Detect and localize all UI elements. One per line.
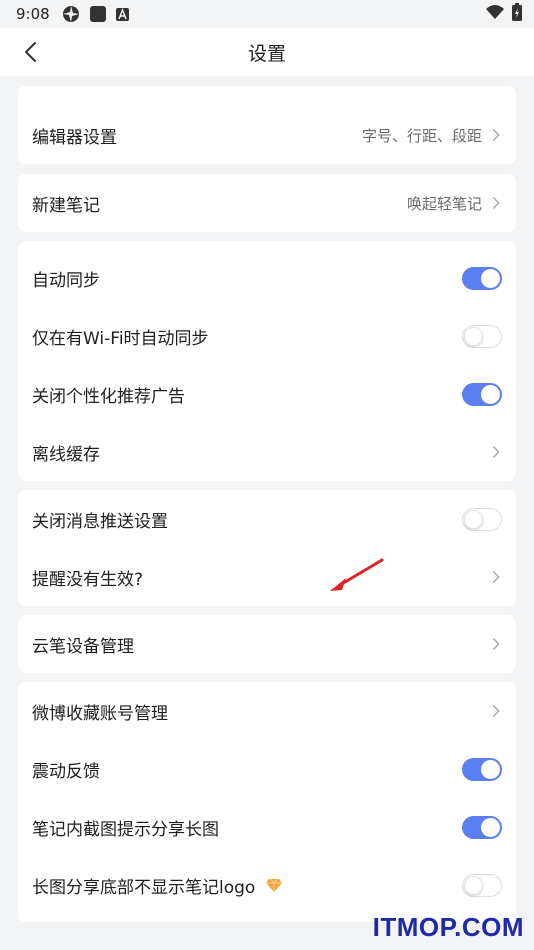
close-push-toggle[interactable] [462,507,502,531]
font-a-icon [115,7,129,21]
card-misc: 微博收藏账号管理 震动反馈 笔记内截图提示分享长图 长图分享底部不显示笔记log… [18,682,516,922]
card-editor: 编辑器设置 字号、行距、段距 [18,86,516,164]
wifi-icon [486,5,504,23]
row-new-note[interactable]: 新建笔记 唤起轻笔记 [18,174,516,232]
row-weibo[interactable]: 微博收藏账号管理 [18,682,516,740]
page-title: 设置 [247,42,286,65]
row-label: 长图分享底部不显示笔记logo [32,877,256,898]
row-offline-cache[interactable]: 离线缓存 [18,423,516,481]
chevron-left-icon [25,42,36,62]
row-screenshot-share: 笔记内截图提示分享长图 [18,798,516,856]
row-label: 仅在有Wi-Fi时自动同步 [32,328,209,349]
chevron-right-icon [492,637,502,651]
screenshot-share-toggle[interactable] [462,815,502,839]
card-push: 关闭消息推送设置 提醒没有生效? [18,490,516,606]
row-pen-device[interactable]: 云笔设备管理 [18,615,516,673]
row-value: 字号、行距、段距 [361,126,482,145]
row-wifi-sync: 仅在有Wi-Fi时自动同步 [18,307,516,365]
row-close-ads: 关闭个性化推荐广告 [18,365,516,423]
chevron-right-icon [492,196,502,210]
watermark: ITMOP.COM [372,912,524,942]
row-label: 微博收藏账号管理 [32,703,168,724]
row-label: 自动同步 [32,270,100,291]
row-editor-settings[interactable]: 编辑器设置 字号、行距、段距 [18,106,516,164]
back-button[interactable] [18,40,42,64]
row-label: 离线缓存 [32,444,100,465]
row-auto-sync: 自动同步 [18,249,516,307]
chevron-right-icon [492,445,502,459]
vip-diamond-icon [265,878,283,893]
vibration-toggle[interactable] [462,757,502,781]
status-time: 9:08 [16,5,50,23]
row-label: 关闭消息推送设置 [32,511,168,532]
chevron-right-icon [492,570,502,584]
annotation-arrow-icon [330,558,384,591]
row-vibration: 震动反馈 [18,740,516,798]
aperture-icon [62,5,80,23]
row-hide-logo: 长图分享底部不显示笔记logo [18,856,516,914]
row-reminder[interactable]: 提醒没有生效? [18,548,516,606]
square-icon [89,6,106,22]
card-new-note: 新建笔记 唤起轻笔记 [18,174,516,232]
row-value: 唤起轻笔记 [406,194,482,213]
battery-icon [512,3,522,25]
row-close-push: 关闭消息推送设置 [18,490,516,548]
header-bar: 设置 [0,28,534,76]
row-label: 新建笔记 [32,195,100,216]
card-pen-device: 云笔设备管理 [18,615,516,673]
auto-sync-toggle[interactable] [462,266,502,290]
row-label: 笔记内截图提示分享长图 [32,819,219,840]
wifi-sync-toggle[interactable] [462,324,502,348]
chevron-right-icon [492,128,502,142]
row-label: 关闭个性化推荐广告 [32,386,185,407]
card-sync: 自动同步 仅在有Wi-Fi时自动同步 关闭个性化推荐广告 离线缓存 [18,241,516,481]
row-label: 提醒没有生效? [32,569,144,590]
row-label: 震动反馈 [32,761,100,782]
row-label: 云笔设备管理 [32,636,134,657]
row-label: 编辑器设置 [32,127,117,148]
status-bar: 9:08 [0,0,534,28]
close-ads-toggle[interactable] [462,382,502,406]
hide-logo-toggle[interactable] [462,873,502,897]
chevron-right-icon [492,704,502,718]
